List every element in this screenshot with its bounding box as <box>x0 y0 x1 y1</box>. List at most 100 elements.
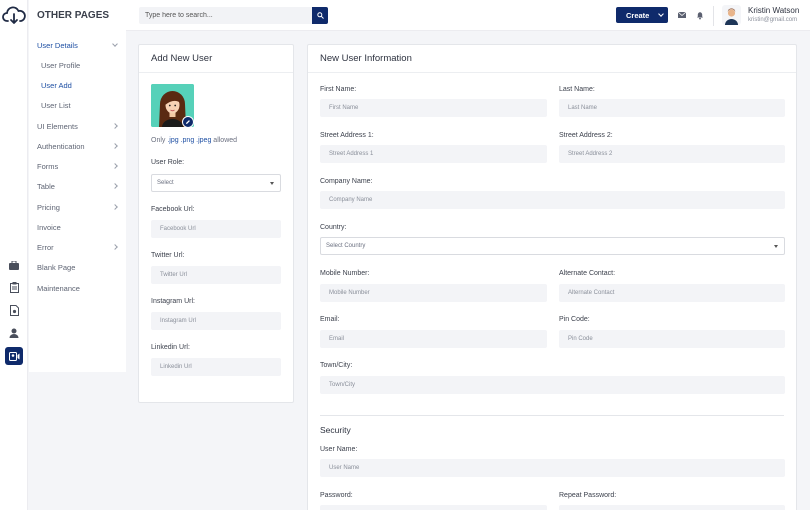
menu-label: User Add <box>41 80 72 90</box>
allowed-formats-note: Only .jpg .png .jpeg allowed <box>151 137 237 144</box>
caret-down-icon <box>774 245 778 248</box>
menu-label: User List <box>41 100 71 110</box>
menu-item-ui-elements[interactable]: UI Elements <box>37 119 119 133</box>
pin-code-field[interactable]: Pin Code <box>559 330 785 348</box>
menu-item-user-details[interactable]: User Details <box>37 38 119 52</box>
menu-label: Error <box>37 242 54 252</box>
divider <box>320 415 784 416</box>
divider <box>308 72 796 73</box>
facebook-url-field[interactable]: Facebook Url <box>151 220 281 238</box>
note-text: Only <box>151 137 166 144</box>
bell-icon[interactable] <box>695 10 705 20</box>
user-info-card: New User Information First Name: First N… <box>307 44 797 510</box>
user-role-select[interactable]: Select <box>151 174 281 192</box>
country-select[interactable]: Select Country <box>320 237 785 255</box>
email-field[interactable]: Email <box>320 330 547 348</box>
divider <box>713 6 714 26</box>
chevron-right-icon <box>112 143 118 149</box>
linkedin-url-label: Linkedin Url: <box>151 344 190 351</box>
icon-rail <box>0 0 28 510</box>
password-field[interactable] <box>320 505 547 510</box>
chevron-right-icon <box>112 163 118 169</box>
first-name-field[interactable]: First Name <box>320 99 547 117</box>
street-address-2-label: Street Address 2: <box>559 132 613 139</box>
menu-label: Blank Page <box>37 262 76 272</box>
twitter-url-field[interactable]: Twitter Url <box>151 266 281 284</box>
clipboard-icon[interactable] <box>7 280 21 294</box>
pencil-icon <box>186 120 190 124</box>
menu-item-user-add[interactable]: User Add <box>41 78 119 92</box>
user-name-field[interactable]: User Name <box>320 459 785 477</box>
town-city-field[interactable]: Town/City <box>320 376 785 394</box>
note-text: allowed <box>213 137 238 144</box>
repeat-password-field[interactable] <box>559 505 785 510</box>
search-input[interactable] <box>139 7 328 24</box>
email-label: Email: <box>320 316 340 323</box>
last-name-label: Last Name: <box>559 86 595 93</box>
divider <box>139 72 293 73</box>
menu-label: User Profile <box>41 60 81 70</box>
briefcase-icon[interactable] <box>7 258 21 272</box>
instagram-url-field[interactable]: Instagram Url <box>151 312 281 330</box>
menu-item-pricing[interactable]: Pricing <box>37 200 119 214</box>
twitter-url-label: Twitter Url: <box>151 252 185 259</box>
search-button[interactable] <box>312 7 328 24</box>
chevron-down-icon <box>112 40 118 47</box>
user-email: kristin@gmail.com <box>748 17 798 23</box>
instagram-url-label: Instagram Url: <box>151 298 195 305</box>
user-role-label: User Role: <box>151 159 185 166</box>
user-name-label: User Name: <box>320 446 358 453</box>
mobile-number-label: Mobile Number: <box>320 270 370 277</box>
menu-item-blank-page[interactable]: Blank Page <box>37 260 119 274</box>
chevron-right-icon <box>112 244 118 250</box>
alternate-contact-field[interactable]: Alternate Contact <box>559 284 785 302</box>
menu-label: Authentication <box>37 141 85 151</box>
last-name-field[interactable]: Last Name <box>559 99 785 117</box>
pin-code-label: Pin Code: <box>559 316 590 323</box>
user-icon[interactable] <box>7 326 21 340</box>
menu-item-table[interactable]: Table <box>37 179 119 193</box>
chevron-right-icon <box>112 183 118 189</box>
menu-item-invoice[interactable]: Invoice <box>37 220 119 234</box>
menu-label: Pricing <box>37 202 60 212</box>
create-button[interactable]: Create <box>616 7 668 23</box>
menu-item-forms[interactable]: Forms <box>37 159 119 173</box>
password-label: Password: <box>320 492 353 499</box>
select-value: Select <box>157 180 174 186</box>
edit-photo-button[interactable] <box>182 116 194 128</box>
menu-title: OTHER PAGES <box>37 10 110 21</box>
menu-label: UI Elements <box>37 121 78 131</box>
menu-label: Maintenance <box>37 283 80 293</box>
menu-item-user-list[interactable]: User List <box>41 98 119 112</box>
create-label: Create <box>626 10 650 20</box>
chevron-right-icon <box>112 204 118 210</box>
id-card-icon[interactable] <box>5 347 23 365</box>
card-title: New User Information <box>320 53 412 64</box>
menu-item-maintenance[interactable]: Maintenance <box>37 281 119 295</box>
facebook-url-label: Facebook Url: <box>151 206 195 213</box>
chevron-right-icon <box>112 123 118 129</box>
street-address-2-field[interactable]: Street Address 2 <box>559 145 785 163</box>
menu-label: User Details <box>37 40 78 50</box>
linkedin-url-field[interactable]: Linkedin Url <box>151 358 281 376</box>
note-extensions: .jpg .png .jpeg <box>167 137 212 144</box>
caret-down-icon <box>270 182 274 185</box>
mail-icon[interactable] <box>677 10 687 20</box>
mobile-number-field[interactable]: Mobile Number <box>320 284 547 302</box>
alternate-contact-label: Alternate Contact: <box>559 270 616 277</box>
menu-item-authentication[interactable]: Authentication <box>37 139 119 153</box>
chevron-down-icon <box>658 10 665 17</box>
repeat-password-label: Repeat Password: <box>559 492 617 499</box>
menu-item-user-profile[interactable]: User Profile <box>41 58 119 72</box>
company-name-field[interactable]: Company Name <box>320 191 785 209</box>
street-address-1-field[interactable]: Street Address 1 <box>320 145 547 163</box>
cloud-download-icon[interactable] <box>2 4 26 26</box>
document-icon[interactable] <box>7 303 21 317</box>
menu-label: Table <box>37 181 55 191</box>
avatar[interactable] <box>722 5 741 25</box>
menu-item-error[interactable]: Error <box>37 240 119 254</box>
company-name-label: Company Name: <box>320 178 373 185</box>
menu-label: Invoice <box>37 222 61 232</box>
user-name: Kristin Watson <box>748 6 800 15</box>
menu-label: Forms <box>37 161 59 171</box>
